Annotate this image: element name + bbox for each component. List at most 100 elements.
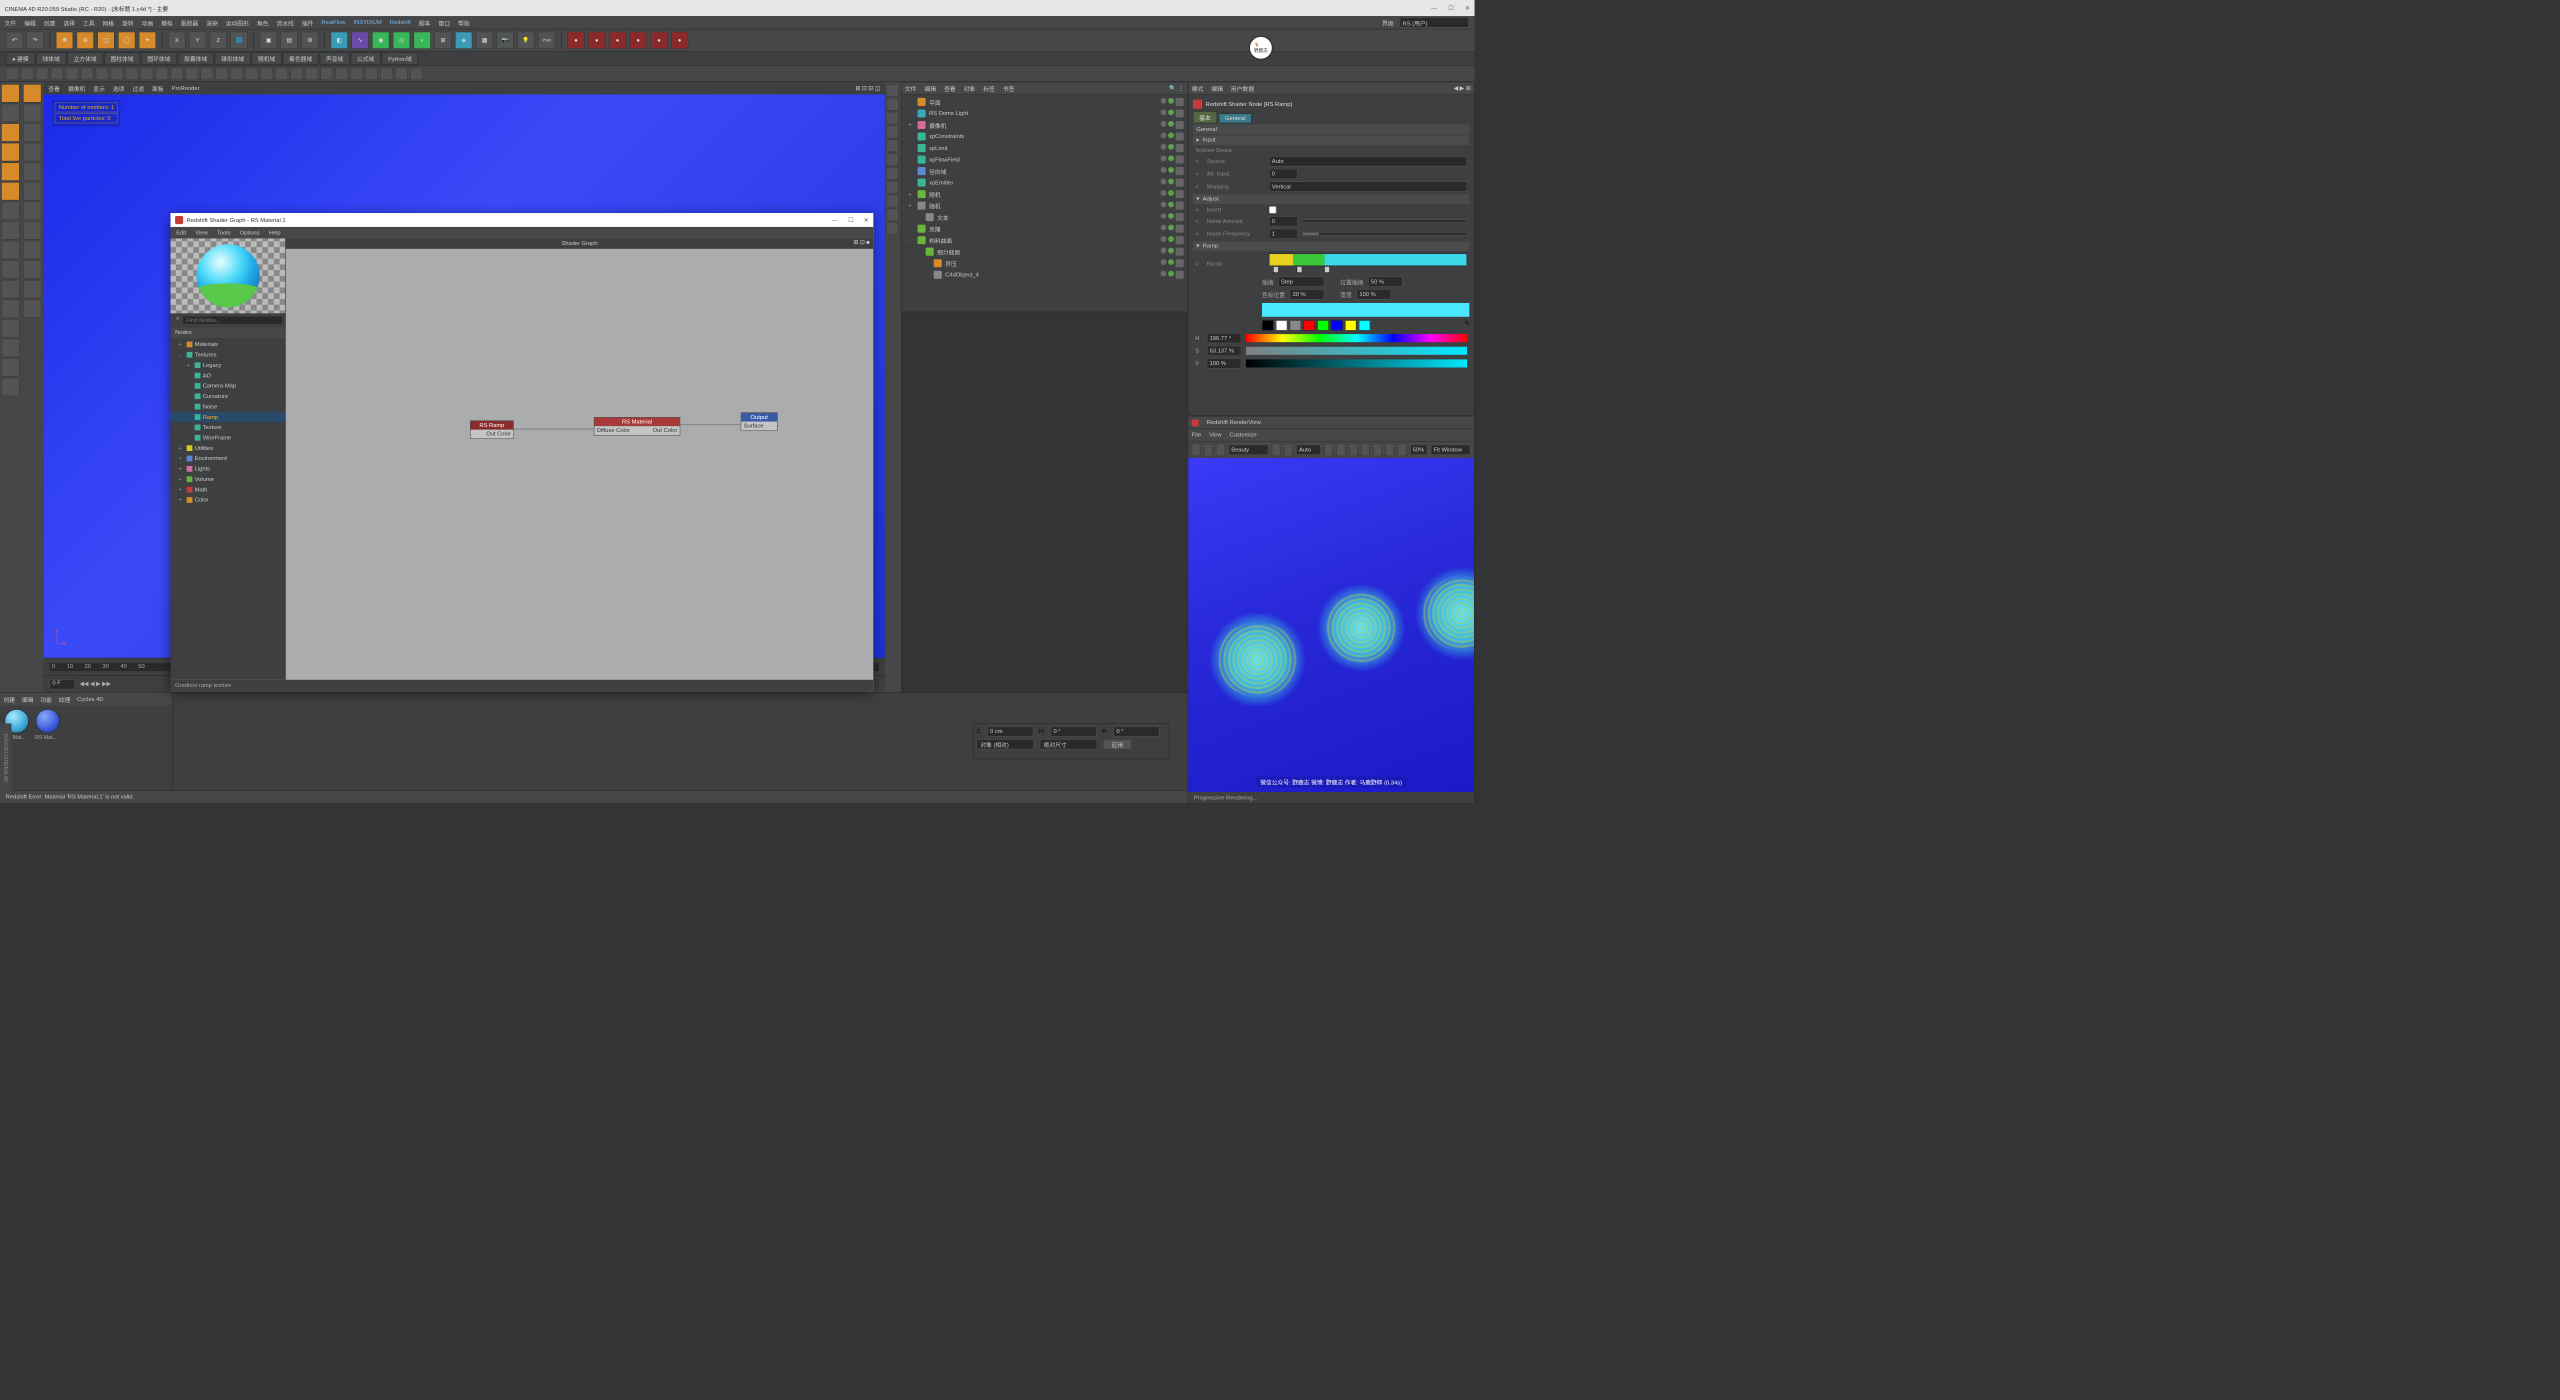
mat-tab-cycles[interactable]: Cycles 4D [77,696,103,702]
sg-tree-item[interactable]: -Textures [170,350,285,360]
menu-animate[interactable]: 动画 [142,18,154,27]
rs-btn-5[interactable]: ● [650,32,667,49]
posinterp-field[interactable]: 50 % [1368,276,1403,286]
obj-search-icon[interactable]: 🔍 ⋮ [1169,85,1184,91]
rv-ipr-button[interactable] [1216,444,1225,457]
rv-opt1[interactable] [1272,444,1281,457]
coord-z[interactable]: 0 cm [987,726,1033,736]
menu-plugins[interactable]: 插件 [302,18,314,27]
attr-tab-general[interactable]: General [1219,113,1252,123]
floor-tool[interactable]: ▦ [476,32,493,49]
mt4[interactable] [886,126,899,139]
menu-mesh[interactable]: 网格 [103,18,115,27]
array-tool[interactable]: ⊞ [434,32,451,49]
menu-render[interactable]: 渲染 [206,18,218,27]
sat-slider[interactable] [1246,347,1467,355]
mat-tab-create[interactable]: 创建 [3,695,15,704]
coord-h[interactable]: 0 ° [1051,726,1097,736]
lt-misc2[interactable] [1,300,19,318]
sg-tree-item[interactable]: +Materials [170,339,285,349]
menu-script[interactable]: 脚本 [419,18,431,27]
h-field[interactable]: 196.77 ° [1207,333,1242,343]
object-list[interactable]: 平面RS Dome Light+摄像机xpConstraintsxpLimitx… [901,95,1187,282]
sg-tree-item[interactable]: +Math [170,484,285,494]
rv-tab-customize[interactable]: Customize [1230,432,1257,438]
sb7[interactable] [96,67,109,80]
render-pic-button[interactable]: ▣ [260,32,277,49]
eyedropper-icon[interactable]: ✎ [1465,320,1470,330]
sg-tree-item[interactable]: +Lights [170,464,285,474]
sg-menu-help[interactable]: Help [269,230,281,236]
lt-cube[interactable] [1,84,19,102]
mt10[interactable] [886,209,899,222]
field-cylinder[interactable]: 圆柱体域 [104,52,140,64]
coord-mode1[interactable]: 对象 (相对) [976,739,1034,749]
sg-tree-item[interactable]: Camera Map [170,381,285,391]
sg-tree-item[interactable]: +Volume [170,474,285,484]
object-row[interactable]: +随机 [903,200,1186,212]
v-field[interactable]: 100 % [1207,358,1242,368]
sb16[interactable] [230,67,243,80]
sg-tree-item[interactable]: WireFrame [170,433,285,443]
menu-tools[interactable]: 工具 [83,18,95,27]
sb5[interactable] [66,67,79,80]
cube-primitive[interactable]: ◧ [331,32,348,49]
camera-tool[interactable]: 📷 [497,32,514,49]
sg-menu-options[interactable]: Options [240,230,260,236]
lt-poly[interactable] [1,123,19,141]
lasttool-button[interactable]: ✦ [139,32,156,49]
attr-tab-basic[interactable]: 基本 [1193,111,1217,123]
sb11[interactable] [156,67,169,80]
menu-window[interactable]: 窗口 [438,18,450,27]
menu-select[interactable]: 选择 [63,18,75,27]
sb9[interactable] [126,67,139,80]
sb15[interactable] [215,67,228,80]
sg-tree-item[interactable]: +Legacy [170,360,285,370]
object-row[interactable]: 挤压 [903,257,1186,269]
play-controls[interactable]: ◀◀ ◀ ▶ ▶▶ [79,681,110,687]
object-row[interactable]: -细分曲面 [903,246,1186,258]
rv-canvas[interactable]: 微信公众号: 野鹿志 微博: 野鹿志 作者: 马鹿野郎 (0.34s) [1188,458,1474,792]
rv-channel-dropdown[interactable]: Beauty [1228,445,1268,455]
sb27[interactable] [395,67,408,80]
rv-stop-button[interactable] [1204,444,1213,457]
sg-tree-item[interactable]: Texture [170,422,285,432]
rs-btn-3[interactable]: ● [609,32,626,49]
field-random[interactable]: 随机域 [252,52,282,64]
sg-menu-edit[interactable]: Edit [176,230,186,236]
menu-edit[interactable]: 编辑 [24,18,36,27]
sb4[interactable] [51,67,64,80]
lt2-opt8[interactable] [23,241,41,259]
swatch-yellow[interactable] [1345,320,1357,330]
redo-button[interactable]: ↷ [26,32,43,49]
mt9[interactable] [886,195,899,208]
sg-close-icon[interactable]: ✕ [864,217,869,223]
menu-simulate[interactable]: 模拟 [161,18,173,27]
attr-tab-edit[interactable]: 编辑 [1211,84,1223,93]
lt2-opt7[interactable] [23,221,41,239]
coord-mode2[interactable]: 绝对尺寸 [1040,739,1098,749]
current-color-swatch[interactable] [1262,303,1469,317]
menu-character[interactable]: 角色 [257,18,269,27]
light-tool[interactable]: 💡 [517,32,534,49]
sb19[interactable] [275,67,288,80]
bias-field[interactable]: 100 % [1356,289,1391,299]
swatch-white[interactable] [1276,320,1288,330]
rv-lock-button[interactable] [1324,444,1333,457]
mt7[interactable] [886,167,899,180]
object-row[interactable]: xpLimit [903,142,1186,154]
noiseamt-slider[interactable] [1302,219,1467,222]
sb24[interactable] [350,67,363,80]
field-sphere[interactable]: 球体域 [36,52,66,64]
lt-misc6[interactable] [1,378,19,396]
node-rs-material[interactable]: RS Material Diffuse ColorOut Color [594,417,680,435]
lt-misc1[interactable] [1,280,19,298]
val-slider[interactable] [1246,359,1467,367]
menu-mograph[interactable]: 运动图形 [226,18,249,27]
rv-opt5[interactable] [1373,444,1382,457]
z-axis-toggle[interactable]: Z [210,32,227,49]
rv-opt2[interactable] [1284,444,1293,457]
vp-tab-prorender[interactable]: ProRender [172,85,200,91]
lt2-opt3[interactable] [23,143,41,161]
rv-auto-dropdown[interactable]: Auto [1296,445,1321,455]
